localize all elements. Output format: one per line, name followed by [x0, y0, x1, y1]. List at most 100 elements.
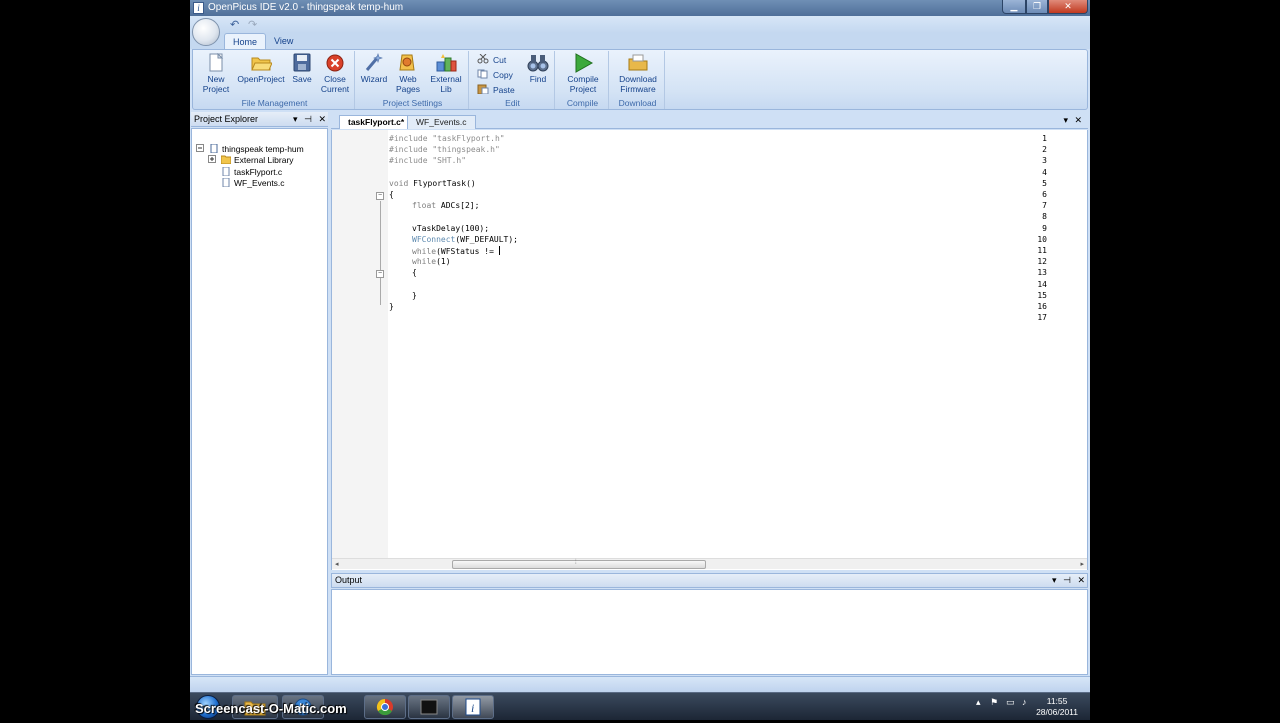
- taskbar-chrome-button[interactable]: [364, 695, 406, 719]
- tab-wf-events[interactable]: WF_Events.c: [407, 115, 476, 129]
- output-pin-icon[interactable]: ⊣: [1063, 575, 1071, 585]
- taskbar-clock[interactable]: 11:55 28/06/2011: [1036, 696, 1078, 718]
- horizontal-scrollbar[interactable]: ◂ ⦙ ▸: [332, 558, 1087, 569]
- line-number: 10: [1037, 234, 1047, 244]
- tree-item-wf-events[interactable]: WF_Events.c: [221, 177, 285, 189]
- code-text: (WFStatus !=: [436, 247, 499, 256]
- tab-home[interactable]: Home: [224, 33, 267, 49]
- line-number: 1: [1042, 134, 1047, 143]
- code-line-12: while(1): [412, 257, 451, 266]
- clock-time: 11:55: [1046, 696, 1068, 706]
- output-title: Output: [335, 575, 363, 585]
- undo-icon[interactable]: ↶: [230, 18, 239, 31]
- cut-button[interactable]: Cut: [477, 53, 506, 67]
- output-close-icon[interactable]: ✕: [1077, 575, 1085, 585]
- tray-volume-icon[interactable]: ♪: [1022, 697, 1027, 707]
- openpicus-icon: i: [465, 698, 481, 716]
- open-project-button[interactable]: OpenProject: [235, 53, 287, 84]
- line-number: 6: [1042, 190, 1047, 199]
- find-button[interactable]: Find: [525, 53, 551, 84]
- group-label-compile: Compile: [566, 98, 599, 108]
- wizard-label: Wizard: [360, 74, 388, 84]
- redo-icon[interactable]: ↷: [248, 18, 257, 31]
- tray-action-center-icon[interactable]: ⚑: [990, 697, 998, 708]
- expand-icon[interactable]: [208, 155, 218, 164]
- fold-toggle-icon[interactable]: −: [376, 192, 384, 200]
- group-label-project-settings: Project Settings: [382, 98, 443, 108]
- new-document-icon: [205, 52, 227, 73]
- line-number: 3: [1042, 156, 1047, 166]
- tree-label-wf-events: WF_Events.c: [234, 178, 285, 188]
- tab-view[interactable]: View: [266, 33, 301, 49]
- scroll-right-icon[interactable]: ▸: [1080, 559, 1084, 570]
- doc-tabs-close-icon[interactable]: ✕: [1074, 115, 1082, 126]
- download-firmware-button[interactable]: Download Firmware: [613, 53, 663, 94]
- wizard-button[interactable]: Wizard: [359, 53, 389, 84]
- taskbar-openpicus-button[interactable]: i: [452, 695, 494, 719]
- open-project-label: OpenProject: [237, 74, 285, 84]
- minimize-button[interactable]: ▁: [1002, 0, 1026, 14]
- line-number: 9: [1042, 223, 1047, 233]
- title-bar[interactable]: i OpenPicus IDE v2.0 - thingspeak temp-h…: [190, 0, 1090, 16]
- scrollbar-thumb[interactable]: ⦙: [452, 559, 706, 569]
- save-button[interactable]: Save: [289, 53, 315, 84]
- line-number: 16: [1037, 302, 1047, 311]
- explorer-pin-icon[interactable]: ⊣: [304, 114, 312, 124]
- line-number: 15: [1037, 290, 1047, 300]
- code-editor[interactable]: 1 2 3 4 5 6 7 8 9 10 11 12 13 14 15 16 17 − − #include "…: [331, 130, 1088, 570]
- output-panel[interactable]: [331, 589, 1088, 675]
- project-icon: [209, 143, 219, 154]
- web-pages-icon: [397, 53, 419, 73]
- close-current-button[interactable]: Close Current: [319, 53, 351, 94]
- copy-button[interactable]: Copy: [477, 68, 513, 82]
- copy-label: Copy: [493, 70, 513, 80]
- c-file-icon: [221, 177, 231, 188]
- close-current-label: Close Current: [320, 74, 350, 94]
- paste-label: Paste: [493, 85, 515, 95]
- download-folder-icon: [627, 53, 649, 73]
- code-line-3: #include "SHT.h": [389, 156, 467, 165]
- fold-toggle-icon[interactable]: −: [376, 270, 384, 278]
- external-lib-button[interactable]: External Lib: [427, 53, 465, 94]
- tray-network-icon[interactable]: ▭: [1006, 697, 1015, 708]
- close-circle-icon: [324, 53, 346, 73]
- output-header: Output ▾ ⊣ ✕: [331, 573, 1088, 588]
- output-pane-buttons: ▾ ⊣ ✕: [1048, 574, 1085, 587]
- quick-access-toolbar: [190, 16, 1090, 33]
- tray-show-hidden-icon[interactable]: ▴: [976, 697, 981, 708]
- folder-open-icon: [250, 53, 273, 73]
- tree-label-taskflyport: taskFlyport.c: [234, 167, 283, 177]
- line-number: 13: [1037, 268, 1047, 278]
- code-line-15: }: [412, 291, 417, 300]
- maximize-button[interactable]: ❐: [1026, 0, 1048, 14]
- copy-icon: [477, 69, 489, 79]
- line-number: 2: [1042, 145, 1047, 155]
- compile-project-button[interactable]: Compile Project: [561, 53, 605, 94]
- collapse-icon[interactable]: [196, 144, 206, 153]
- taskbar-cmd-button[interactable]: [408, 695, 450, 719]
- explorer-pane-buttons: ▾ ⊣ ✕: [289, 112, 326, 127]
- code-line-13: {: [412, 268, 417, 277]
- application-orb-button[interactable]: [192, 18, 220, 46]
- output-dropdown-icon[interactable]: ▾: [1052, 575, 1057, 585]
- fold-guide: [380, 201, 381, 305]
- close-window-button[interactable]: ✕: [1048, 0, 1088, 14]
- binoculars-icon: [527, 53, 549, 73]
- tree-item-external-library[interactable]: External Library: [208, 154, 294, 166]
- scroll-left-icon[interactable]: ◂: [335, 559, 339, 570]
- doc-tabs-dropdown-icon[interactable]: ▾: [1063, 115, 1068, 126]
- group-compile: Compile Project Compile: [557, 51, 609, 109]
- code-line-9: vTaskDelay(100);: [412, 224, 490, 233]
- play-compile-icon: [572, 53, 594, 73]
- paste-button[interactable]: Paste: [477, 83, 515, 97]
- download-firmware-label: Download Firmware: [619, 74, 657, 94]
- explorer-close-icon[interactable]: ✕: [318, 114, 326, 124]
- line-number: 4: [1042, 167, 1047, 177]
- ide-window: i OpenPicus IDE v2.0 - thingspeak temp-h…: [190, 0, 1090, 692]
- explorer-dropdown-icon[interactable]: ▾: [293, 114, 298, 124]
- code-text: FlyportTask(): [408, 179, 476, 188]
- line-number: 8: [1042, 212, 1047, 222]
- web-pages-button[interactable]: Web Pages: [393, 53, 423, 94]
- new-project-button[interactable]: New Project: [199, 52, 233, 94]
- tab-taskflyport[interactable]: taskFlyport.c*: [339, 115, 414, 129]
